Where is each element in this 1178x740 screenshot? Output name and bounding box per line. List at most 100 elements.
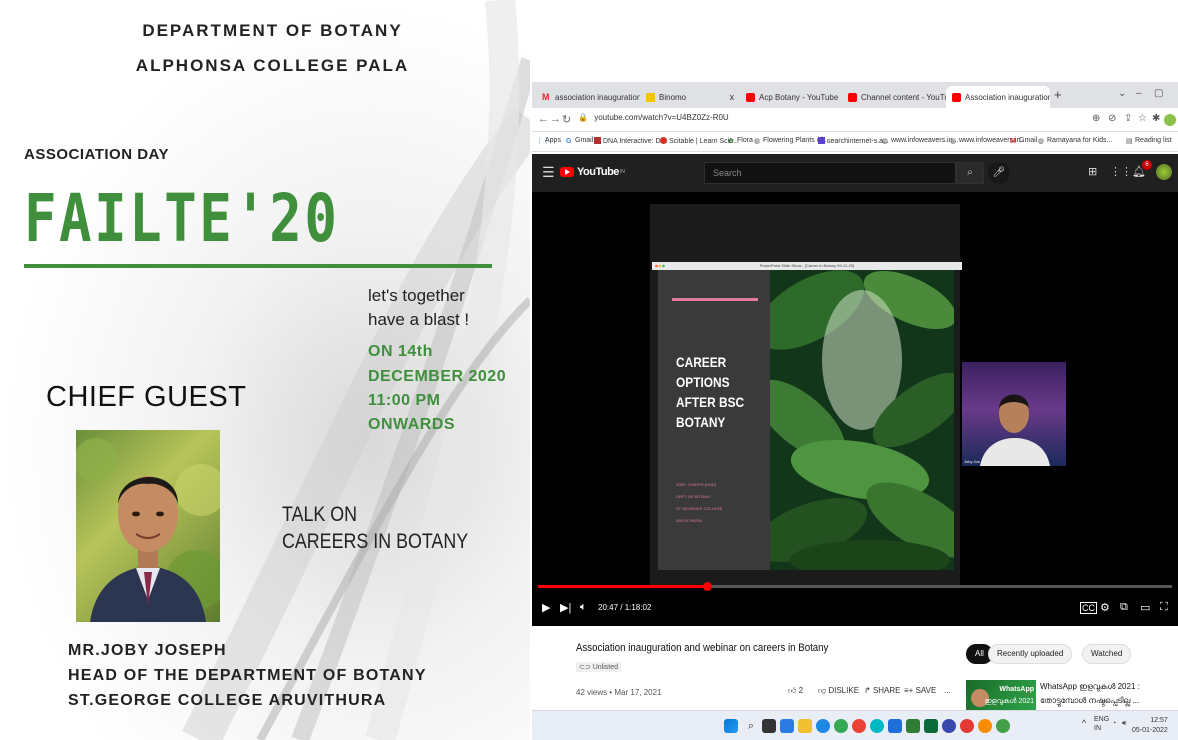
youtube-logo[interactable]: YouTube IN bbox=[560, 166, 625, 178]
more-actions-button[interactable]: ... bbox=[944, 686, 951, 695]
bookmark-apps[interactable]: ⋮⋮Apps bbox=[536, 137, 561, 145]
tray-chevron-icon[interactable]: ^ bbox=[1082, 718, 1086, 728]
search-icon[interactable]: ⌕ bbox=[956, 162, 984, 184]
account-avatar[interactable] bbox=[1156, 164, 1172, 180]
tagline-line-2: have a blast ! bbox=[368, 310, 470, 329]
college-name: ALPHONSA COLLEGE PALA bbox=[135, 56, 410, 75]
event-label: ASSOCIATION DAY bbox=[24, 146, 170, 163]
progress-fill bbox=[538, 585, 707, 588]
app-icon-5[interactable] bbox=[978, 719, 992, 733]
share-button[interactable]: ↱ SHARE bbox=[864, 686, 901, 695]
chrome-icon[interactable] bbox=[834, 719, 848, 733]
star-icon[interactable]: ☆ bbox=[1138, 113, 1147, 124]
start-icon[interactable] bbox=[724, 719, 738, 733]
tab-gmail[interactable]: M association inauguration - acpb x bbox=[536, 86, 640, 108]
dislike-button[interactable]: 👎︎ DISLIKE bbox=[818, 686, 859, 696]
thumbs-down-icon: 👎︎ bbox=[818, 686, 829, 695]
speaker-icon[interactable]: 🔊︎ bbox=[1122, 720, 1126, 728]
slide-text-panel: CAREER OPTIONS AFTER BSC BOTANY JOBY JOS… bbox=[658, 270, 770, 570]
theater-mode-icon[interactable]: ▭ bbox=[1140, 601, 1150, 614]
reading-list[interactable]: ▤ Reading list bbox=[1126, 137, 1172, 145]
menu-icon[interactable]: ☰ bbox=[542, 164, 555, 181]
chrome-profile-icon[interactable] bbox=[852, 719, 866, 733]
tab-search-icon[interactable]: ⌄ bbox=[1118, 88, 1126, 99]
save-button[interactable]: ≡+ SAVE bbox=[904, 686, 936, 695]
system-clock[interactable]: 12:57 05-01-2022 bbox=[1132, 716, 1168, 736]
app-icon-3[interactable] bbox=[942, 719, 956, 733]
app-icon-2[interactable] bbox=[924, 719, 938, 733]
bookmark-dna[interactable]: DNA Interactive: Di... bbox=[594, 137, 668, 145]
unlisted-badge: ⊂⊃ Unlisted bbox=[576, 662, 621, 672]
chip-recently-uploaded[interactable]: Recently uploaded bbox=[988, 644, 1073, 664]
notification-badge: 6 bbox=[1142, 160, 1152, 170]
fullscreen-icon[interactable]: ⛶ bbox=[1160, 601, 1168, 614]
app-icon[interactable] bbox=[870, 719, 884, 733]
tab-label: Acp Botany - YouTube bbox=[759, 92, 839, 102]
close-icon[interactable]: x bbox=[726, 92, 735, 102]
bookmark-searchinternet[interactable]: searchinternet-s.a... bbox=[818, 137, 889, 145]
next-icon[interactable]: ▶| bbox=[560, 601, 571, 614]
microphone-icon[interactable]: 🎤︎ bbox=[988, 162, 1010, 184]
apps-icon[interactable]: ⋮⋮ bbox=[1110, 165, 1132, 178]
tab-acp-botany[interactable]: Acp Botany - YouTube x bbox=[740, 86, 842, 108]
widgets-icon[interactable] bbox=[780, 719, 794, 733]
search-input[interactable]: Search bbox=[704, 162, 956, 184]
share-page-icon[interactable]: ⇪ bbox=[1124, 113, 1132, 124]
bookmark-ramayana[interactable]: ◍ Ramayana for Kids... bbox=[1038, 137, 1112, 145]
reading-list-icon: ▤ bbox=[1126, 138, 1133, 145]
new-tab-button[interactable]: + bbox=[1054, 87, 1062, 102]
event-title: FAILTE'20 bbox=[24, 180, 340, 257]
progress-knob[interactable] bbox=[702, 582, 712, 591]
extensions-icon[interactable]: ✱ bbox=[1152, 113, 1160, 124]
store-icon[interactable] bbox=[888, 719, 902, 733]
back-icon[interactable]: ← bbox=[538, 113, 549, 125]
task-view-icon[interactable] bbox=[762, 719, 776, 733]
slide-presenter-line: ST GEORGES COLLEGE bbox=[676, 506, 723, 511]
event-date-line-1: ON 14th bbox=[368, 343, 433, 360]
jungle-image bbox=[770, 270, 954, 570]
edge-icon[interactable] bbox=[816, 719, 830, 733]
language-indicator[interactable]: ENG IN bbox=[1094, 715, 1109, 733]
app-icon-6[interactable] bbox=[996, 719, 1010, 733]
bookmark-infoweavers-1[interactable]: ◍ www.infoweavers.in... bbox=[882, 137, 958, 145]
tab-association-inauguration[interactable]: Association inauguration and we x bbox=[946, 86, 1050, 108]
bookmark-gmail-2[interactable]: M Gmail bbox=[1010, 137, 1037, 145]
maximize-icon[interactable]: ▢ bbox=[1154, 88, 1163, 99]
recommended-video-title-line-2[interactable]: തോട്ടുമ്പോൾ നഷ്ടപ്പെടില്ല ... bbox=[1040, 696, 1139, 706]
tab-channel-content[interactable]: Channel content - YouTube Studi x bbox=[842, 86, 946, 108]
chief-guest-heading: CHIEF GUEST bbox=[46, 381, 247, 413]
profile-icon[interactable] bbox=[1164, 114, 1176, 126]
create-video-icon[interactable]: ⊞ bbox=[1088, 165, 1097, 178]
like-button[interactable]: 👍︎ 2 bbox=[788, 686, 803, 696]
youtube-studio-icon bbox=[848, 92, 857, 102]
slide-heading: CAREER OPTIONS AFTER BSC BOTANY bbox=[676, 354, 745, 430]
search-icon[interactable]: ⌕ bbox=[744, 719, 758, 733]
url-field[interactable]: 🔒 youtube.com/watch?v=U4BZ0Zz-R0U bbox=[578, 113, 1098, 127]
presentation-slide: CAREER OPTIONS AFTER BSC BOTANY JOBY JOS… bbox=[658, 270, 954, 570]
progress-bar[interactable] bbox=[538, 582, 1172, 591]
recommended-video-title[interactable]: WhatsApp ഇളവുകൾ 2021 : bbox=[1040, 682, 1140, 692]
file-explorer-icon[interactable] bbox=[798, 719, 812, 733]
dna-icon bbox=[594, 137, 601, 144]
settings-icon[interactable]: ⚙ bbox=[1100, 601, 1110, 614]
chip-watched[interactable]: Watched bbox=[1082, 644, 1132, 664]
guest-role: HEAD OF THE DEPARTMENT OF BOTANY bbox=[68, 667, 427, 684]
miniplayer-icon[interactable]: ⧉ bbox=[1120, 601, 1128, 614]
wifi-icon[interactable]: ◔ bbox=[1112, 720, 1116, 727]
gmail-icon: M bbox=[542, 91, 550, 102]
bookmark-gmail[interactable]: G Gmail bbox=[566, 137, 593, 145]
zoom-icon[interactable]: ⊘ bbox=[1108, 113, 1116, 124]
install-icon[interactable]: ⊕ bbox=[1092, 113, 1100, 124]
tab-binomo[interactable]: Binomo x bbox=[640, 86, 740, 108]
video-player[interactable]: PowerPoint Slide Show - [Career in Botan… bbox=[532, 192, 1178, 626]
play-icon[interactable]: ▶ bbox=[542, 601, 550, 614]
app-icon-4[interactable] bbox=[960, 719, 974, 733]
excel-icon[interactable] bbox=[906, 719, 920, 733]
minimize-icon[interactable]: – bbox=[1136, 88, 1142, 99]
captions-icon[interactable]: CC bbox=[1080, 602, 1097, 614]
forward-icon[interactable]: → bbox=[550, 113, 561, 125]
volume-icon[interactable]: 🔈︎ bbox=[580, 601, 587, 614]
bookmark-flora[interactable]: ✿ Flora bbox=[728, 137, 753, 145]
guest-portrait bbox=[76, 438, 220, 622]
reload-icon[interactable]: ↻ bbox=[562, 113, 571, 126]
